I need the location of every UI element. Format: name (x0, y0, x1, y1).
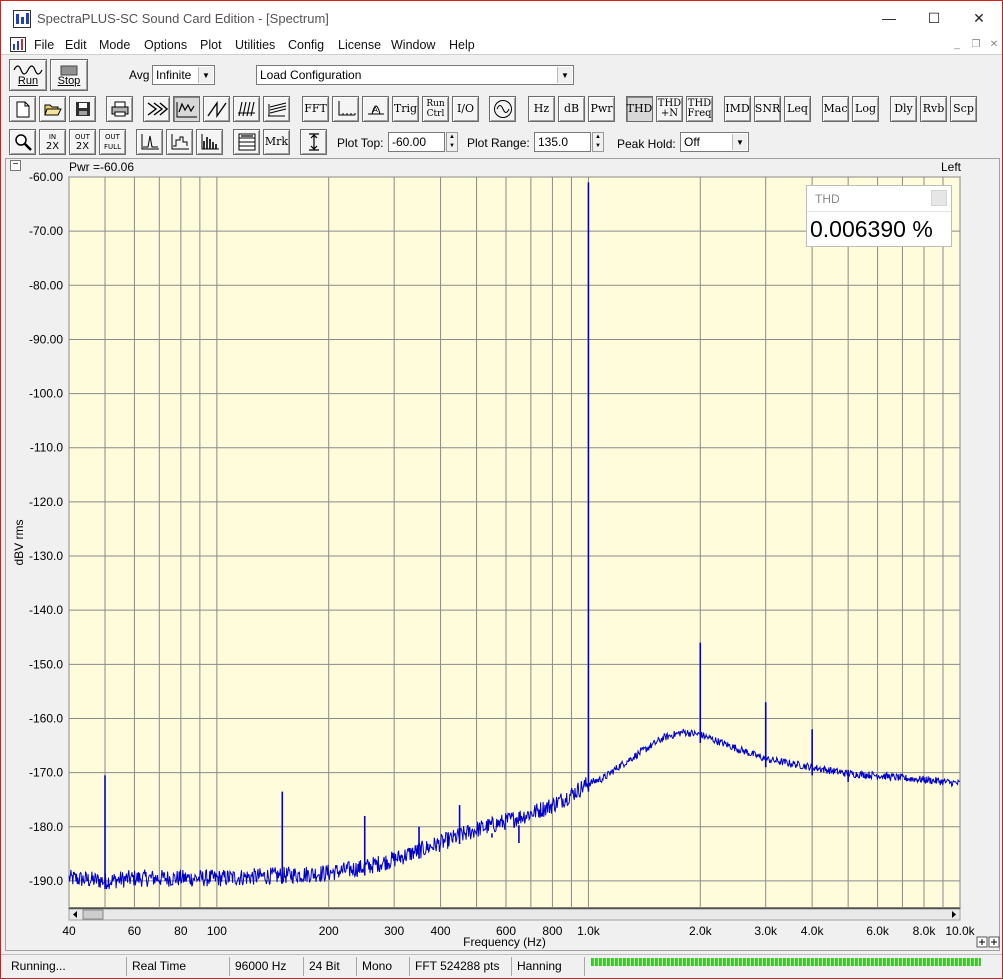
x-tick-label: 400 (431, 924, 451, 938)
x-tick-label: 6.0k (866, 924, 890, 938)
status-bar: Running... Real Time 96000 Hz 24 Bit Mon… (1, 954, 1002, 978)
scrollbar-thumb[interactable] (82, 909, 104, 920)
y-tick-label: -140.0 (29, 603, 63, 617)
status-window-type: Hanning (513, 957, 585, 976)
thd-meter-window[interactable]: THD 0.006390 % (806, 185, 952, 247)
status-mode: Real Time (128, 957, 230, 976)
y-tick-label: -100.0 (29, 387, 63, 401)
y-tick-label: -90.00 (29, 332, 63, 346)
thd-meter-close-button[interactable] (931, 190, 947, 206)
x-axis-label: Frequency (Hz) (463, 935, 546, 949)
x-tick-label: 3.0k (754, 924, 778, 938)
horizontal-scrollbar[interactable] (68, 908, 961, 921)
y-tick-label: -170.0 (29, 766, 63, 780)
y-tick-label: -150.0 (29, 657, 63, 671)
collapse-button[interactable]: − (10, 160, 21, 171)
channel-label: Left (941, 160, 962, 174)
y-tick-label: -70.00 (29, 224, 63, 238)
x-tick-label: 1.0k (577, 924, 601, 938)
thd-value: 0.006390 % (810, 216, 933, 242)
y-tick-label: -180.0 (29, 820, 63, 834)
y-tick-label: -110.0 (30, 441, 63, 455)
y-tick-label: -130.0 (29, 549, 63, 563)
status-fft-size: FFT 524288 pts (411, 957, 512, 976)
status-bit-depth: 24 Bit (305, 957, 357, 976)
x-tick-label: 60 (128, 924, 142, 938)
x-tick-label: 40 (62, 924, 76, 938)
x-tick-label: 80 (174, 924, 188, 938)
x-tick-label: 200 (319, 924, 339, 938)
spectrum-chart[interactable]: -60.00 -70.00 -80.00 -90.00 -100.0 -110.0 -120… (1, 1, 1002, 951)
y-tick-label: -160.0 (29, 711, 63, 725)
y-tick-label: -120.0 (29, 495, 63, 509)
x-tick-label: 8.0k (913, 924, 937, 938)
status-sample-rate: 96000 Hz (231, 957, 304, 976)
status-channels: Mono (358, 957, 410, 976)
y-tick-label: -80.00 (29, 278, 63, 292)
plot-background (68, 176, 961, 909)
x-tick-label: 10.0k (945, 924, 975, 938)
x-tick-label: 4.0k (801, 924, 825, 938)
y-tick-label: -190.0 (29, 874, 63, 888)
thd-meter-title: THD (807, 186, 951, 212)
cursor-readout: Pwr =-60.06 (69, 160, 135, 174)
x-tick-label: 2.0k (689, 924, 713, 938)
app-window: SpectraPLUS-SC Sound Card Edition - [Spe… (0, 0, 1003, 979)
y-tick-label: -60.00 (29, 170, 63, 184)
x-tick-label: 100 (207, 924, 227, 938)
y-axis-label: dBV rms (12, 519, 26, 565)
x-tick-label: 300 (384, 924, 404, 938)
status-running: Running... (7, 957, 127, 976)
